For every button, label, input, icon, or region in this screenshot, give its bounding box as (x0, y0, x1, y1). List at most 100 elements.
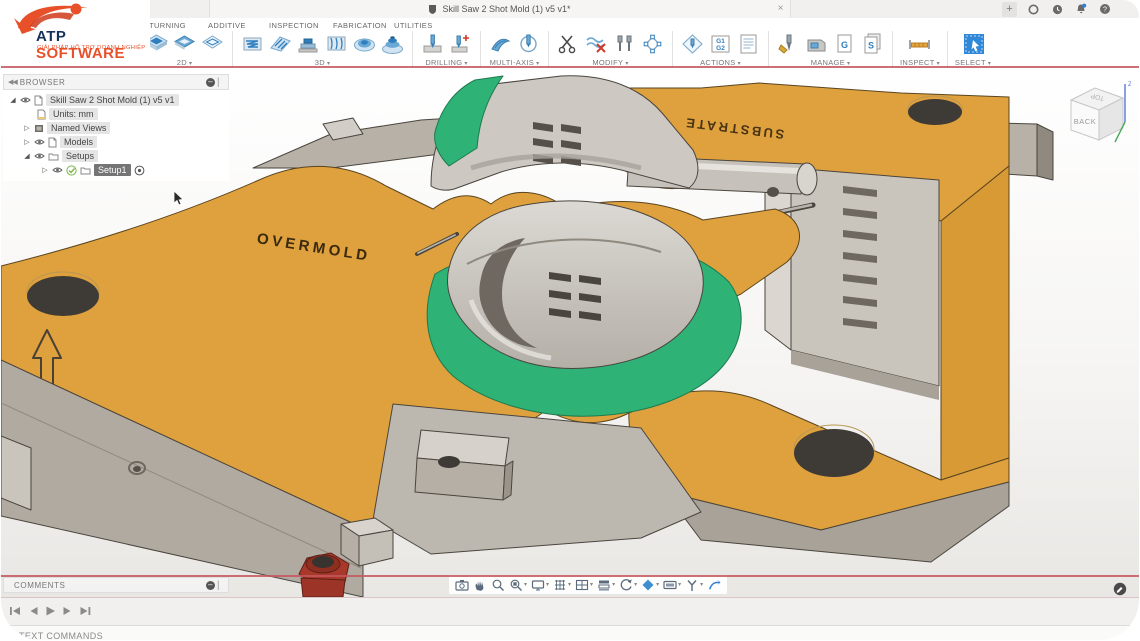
adaptive-clearing-icon[interactable] (240, 32, 265, 56)
go-to-start-button[interactable] (9, 605, 22, 617)
z-axis-label: Z (1128, 81, 1131, 88)
view-cube[interactable]: TOP BACK Z (1065, 78, 1131, 150)
pan-icon[interactable] (473, 578, 487, 592)
tree-row-named-views[interactable]: ▷ Named Views (3, 121, 229, 135)
go-to-end-button[interactable] (79, 605, 92, 617)
machine-library-icon[interactable] (804, 32, 829, 56)
tree-row-setups[interactable]: ◢ Setups (3, 149, 229, 163)
screens-icon[interactable]: ▾ (663, 578, 681, 592)
capture-border-bottom (1, 575, 1139, 577)
folder-icon (48, 152, 59, 161)
zoom-icon[interactable] (491, 578, 505, 592)
marking-menu-icon[interactable] (707, 578, 721, 592)
visibility-eye-icon[interactable] (34, 138, 45, 146)
templates-icon[interactable]: S (860, 32, 885, 56)
svg-text:G: G (841, 40, 848, 50)
dropdown-caret-icon: ▾ (634, 581, 637, 588)
tree-row-units[interactable]: Units: mm (3, 107, 229, 121)
replace-tool-icon[interactable] (612, 32, 637, 56)
tab-fabrication[interactable]: FABRICATION (333, 21, 387, 30)
tree-label-selected[interactable]: Setup1 (94, 164, 131, 176)
post-process-icon[interactable]: G1G2 (708, 32, 733, 56)
job-status-icon[interactable] (1049, 1, 1065, 17)
trim-icon[interactable] (556, 32, 581, 56)
text-commands-label[interactable]: TEXT COMMANDS (19, 631, 103, 640)
viewports-icon[interactable]: ▾ (575, 578, 593, 592)
drill-icon[interactable] (420, 32, 445, 56)
morphed-spiral-icon[interactable] (380, 32, 405, 56)
selection-tools-icon[interactable]: ▾ (685, 578, 703, 592)
ribbon-toolbar: TURNING ADDITIVE INSPECTION FABRICATION … (1, 18, 1139, 66)
tool-library-icon[interactable] (776, 32, 801, 56)
measure-icon[interactable] (907, 32, 932, 56)
effects-icon[interactable]: ▾ (641, 578, 659, 592)
collapse-panel-icon[interactable]: ◀◀ (8, 78, 17, 86)
display-settings-icon[interactable]: ▾ (531, 578, 549, 592)
swarf-icon[interactable] (488, 32, 513, 56)
avatar-icon[interactable] (1025, 1, 1041, 17)
orbit-icon[interactable]: ▾ (619, 578, 637, 592)
panel-grip-icon[interactable]: ▏ (218, 581, 224, 590)
2d-contour-icon[interactable] (200, 32, 225, 56)
erase-toolpath-icon[interactable] (584, 32, 609, 56)
minimize-panel-icon[interactable]: – (206, 78, 215, 87)
expanded-icon[interactable]: ◢ (9, 96, 17, 104)
notifications-icon[interactable] (1073, 1, 1089, 17)
optimize-path-icon[interactable] (640, 32, 665, 56)
multi-axis-contour-icon[interactable] (516, 32, 541, 56)
new-tab-icon[interactable]: + (1002, 2, 1017, 17)
ribbon-separator (892, 31, 893, 69)
tree-row-models[interactable]: ▷ Models (3, 135, 229, 149)
setup-sheet-icon[interactable] (736, 32, 761, 56)
mouse-cursor (173, 190, 185, 207)
tab-inspection[interactable]: INSPECTION (269, 21, 319, 30)
parallel-icon[interactable] (268, 32, 293, 56)
folder-icon (80, 166, 91, 175)
close-tab-icon[interactable]: × (778, 0, 784, 18)
help-icon[interactable]: ? (1097, 1, 1113, 17)
tab-additive[interactable]: ADDITIVE (208, 21, 246, 30)
visibility-eye-icon[interactable] (34, 152, 45, 160)
fusion-app: Skill Saw 2 Shot Mold (1) v5 v1* × + ? T… (1, 0, 1139, 640)
expanded-icon[interactable]: ◢ (23, 152, 31, 160)
step-forward-button[interactable] (62, 605, 73, 617)
panel-grip-icon[interactable]: ▏ (218, 78, 224, 87)
horizontal-icon[interactable] (296, 32, 321, 56)
collapsed-icon[interactable]: ▷ (41, 166, 49, 174)
document-tab[interactable]: Skill Saw 2 Shot Mold (1) v5 v1* × (209, 0, 791, 18)
steep-shallow-icon[interactable] (324, 32, 349, 56)
tree-label[interactable]: Skill Saw 2 Shot Mold (1) v5 v1 (46, 94, 179, 106)
tree-row-setup1[interactable]: ▷ Setup1 (3, 163, 229, 177)
play-button[interactable] (45, 605, 56, 617)
minimize-panel-icon[interactable]: – (206, 581, 215, 590)
simulate-icon[interactable] (680, 32, 705, 56)
tree-label[interactable]: Models (60, 136, 97, 148)
tree-label[interactable]: Units: mm (49, 108, 98, 120)
collapsed-icon[interactable]: ▷ (23, 124, 31, 132)
tree-row-document[interactable]: ◢ Skill Saw 2 Shot Mold (1) v5 v1 (3, 93, 229, 107)
dropdown-caret-icon: ▾ (612, 581, 615, 588)
capture-image-icon[interactable] (455, 578, 469, 592)
2d-face-icon[interactable] (172, 32, 197, 56)
tab-turning[interactable]: TURNING (149, 21, 186, 30)
spiral-icon[interactable] (352, 32, 377, 56)
post-library-icon[interactable]: G (832, 32, 857, 56)
document-icon (428, 4, 437, 15)
layout-icon[interactable]: ▾ (597, 578, 615, 592)
feedback-icon[interactable] (1113, 582, 1127, 596)
visibility-eye-icon[interactable] (20, 96, 31, 104)
comments-header[interactable]: COMMENTS – ▏ (3, 577, 229, 593)
select-icon[interactable] (961, 32, 986, 56)
visibility-eye-icon[interactable] (52, 166, 63, 174)
tree-label[interactable]: Setups (62, 150, 98, 162)
canvas-viewport[interactable]: SUBSTRATE (1, 68, 1139, 597)
tap-icon[interactable] (448, 32, 473, 56)
browser-header[interactable]: ◀◀ BROWSER – ▏ (3, 74, 229, 90)
tree-label[interactable]: Named Views (47, 122, 110, 134)
tab-utilities[interactable]: UTILITIES (394, 21, 433, 30)
active-target-icon[interactable] (134, 165, 145, 176)
grid-snaps-icon[interactable]: ▾ (553, 578, 571, 592)
fit-icon[interactable]: ▾ (509, 578, 527, 592)
step-back-button[interactable] (28, 605, 39, 617)
collapsed-icon[interactable]: ▷ (23, 138, 31, 146)
